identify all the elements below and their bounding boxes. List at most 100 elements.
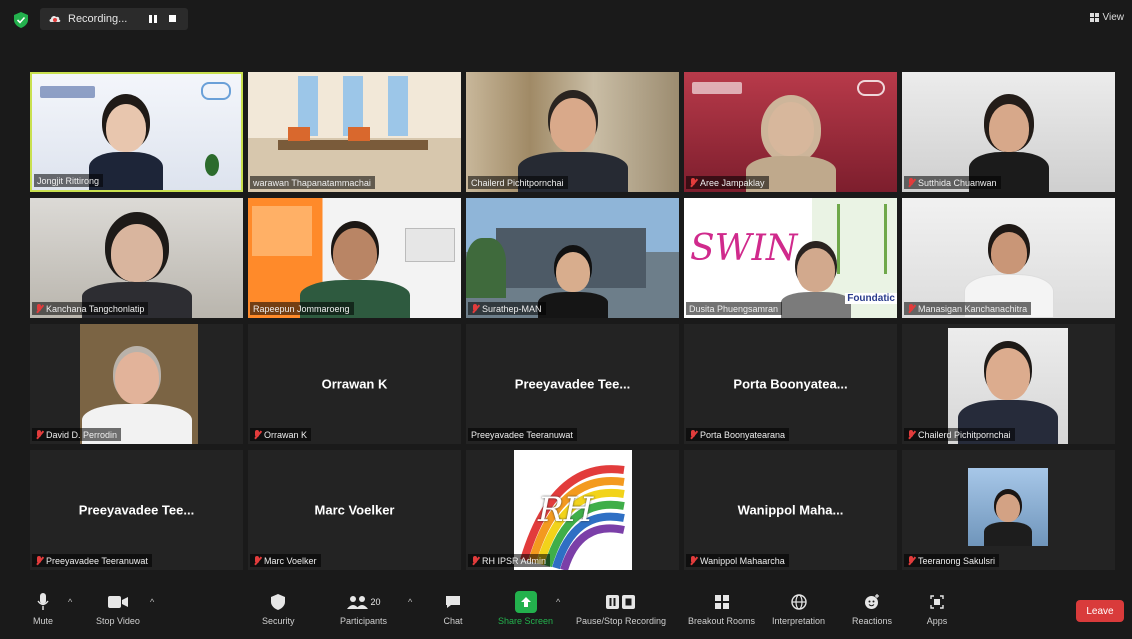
view-button[interactable]: View bbox=[1089, 12, 1125, 23]
participant-video bbox=[30, 324, 243, 444]
mute-label: Mute bbox=[32, 616, 53, 626]
muted-mic-icon bbox=[907, 429, 915, 440]
muted-mic-icon bbox=[907, 555, 915, 566]
participant-video: SWIN Foundatic bbox=[684, 198, 897, 318]
muted-mic-icon bbox=[35, 555, 43, 566]
share-options-caret-icon[interactable]: ^ bbox=[556, 597, 560, 607]
participant-nametag: Sutthida Chuanwan bbox=[904, 176, 1001, 189]
participant-nametag: Marc Voelker bbox=[250, 554, 321, 567]
participants-label: Participants bbox=[340, 616, 388, 626]
interpretation-button[interactable]: Interpretation bbox=[772, 591, 825, 626]
participant-tile[interactable]: warawan Thapanatammachai bbox=[248, 72, 461, 192]
participant-nametag: Aree Jampaklay bbox=[686, 176, 769, 189]
microphone-icon bbox=[32, 591, 54, 613]
apps-label: Apps bbox=[926, 616, 948, 626]
participants-icon: 20 bbox=[344, 591, 384, 613]
meeting-toolbar: Mute ^ Stop Video ^ Security 20 Particip… bbox=[0, 585, 1132, 639]
security-label: Security bbox=[262, 616, 295, 626]
mute-options-caret-icon[interactable]: ^ bbox=[68, 597, 72, 607]
globe-icon bbox=[788, 591, 810, 613]
pause-stop-recording-button[interactable]: Pause/Stop Recording bbox=[576, 591, 666, 626]
participant-display-name: Wanippol Maha... bbox=[737, 502, 844, 518]
participant-tile[interactable]: Kanchana Tangchonlatip bbox=[30, 198, 243, 318]
participants-count: 20 bbox=[370, 597, 381, 607]
portrait-photo bbox=[948, 328, 1068, 444]
share-screen-button[interactable]: Share Screen bbox=[498, 591, 553, 626]
breakout-rooms-icon bbox=[711, 591, 733, 613]
participant-tile[interactable]: David D. Perrodin bbox=[30, 324, 243, 444]
muted-mic-icon bbox=[689, 177, 697, 188]
participant-video: RH bbox=[466, 450, 679, 570]
recording-indicator: Recording... bbox=[40, 8, 188, 30]
muted-mic-icon bbox=[689, 555, 697, 566]
participant-nametag: Wanippol Mahaarcha bbox=[686, 554, 789, 567]
cloud-recording-icon bbox=[49, 15, 61, 22]
muted-mic-icon bbox=[471, 555, 479, 566]
rh-logo-image: RH bbox=[514, 450, 632, 570]
participant-display-name: Marc Voelker bbox=[314, 502, 395, 518]
participant-tile[interactable]: SWIN Foundatic Dusita Phuengsamran bbox=[684, 198, 897, 318]
mute-button[interactable]: Mute bbox=[32, 591, 54, 626]
participants-options-caret-icon[interactable]: ^ bbox=[408, 597, 412, 607]
gallery-view: Jongjit Rittirong warawan Thapanatammach… bbox=[30, 72, 1115, 570]
participant-tile[interactable]: Porta Boonyatea... Porta Boonyatearana bbox=[684, 324, 897, 444]
share-screen-label: Share Screen bbox=[498, 616, 554, 626]
table bbox=[278, 140, 428, 150]
stop-recording-icon[interactable] bbox=[169, 15, 177, 22]
reactions-label: Reactions bbox=[852, 616, 893, 626]
participant-tile[interactable]: RH RH IPSR Admin bbox=[466, 450, 679, 570]
pause-recording-icon[interactable] bbox=[149, 15, 158, 23]
shield-check-icon[interactable] bbox=[14, 12, 28, 28]
breakout-rooms-button[interactable]: Breakout Rooms bbox=[688, 591, 755, 626]
participant-tile[interactable]: Surathep-MAN bbox=[466, 198, 679, 318]
participant-tile[interactable]: Preeyavadee Tee... Preeyavadee Teeranuwa… bbox=[30, 450, 243, 570]
participant-tile[interactable]: Rapeepun Jommaroeng bbox=[248, 198, 461, 318]
participant-video bbox=[902, 72, 1115, 192]
participant-tile[interactable]: Chailerd Pichitpornchai bbox=[902, 324, 1115, 444]
participant-nametag: Orrawan K bbox=[250, 428, 312, 441]
institute-logo bbox=[40, 86, 95, 98]
participant-tile[interactable]: Wanippol Maha... Wanippol Mahaarcha bbox=[684, 450, 897, 570]
muted-mic-icon bbox=[253, 555, 261, 566]
participant-video bbox=[30, 198, 243, 318]
participant-video bbox=[248, 72, 461, 192]
apps-button[interactable]: Apps bbox=[926, 591, 948, 626]
view-label: View bbox=[1102, 12, 1125, 23]
participant-nametag: Porta Boonyatearana bbox=[686, 428, 790, 441]
participant-nametag: warawan Thapanatammachai bbox=[250, 176, 375, 189]
institute-logo bbox=[692, 82, 742, 94]
stop-video-label: Stop Video bbox=[96, 616, 140, 626]
participant-display-name: Orrawan K bbox=[321, 376, 388, 392]
muted-mic-icon bbox=[907, 177, 915, 188]
participant-nametag: Teeranong Sakulsri bbox=[904, 554, 1000, 567]
leave-button[interactable]: Leave bbox=[1076, 600, 1124, 622]
participant-tile[interactable]: Sutthida Chuanwan bbox=[902, 72, 1115, 192]
participant-tile[interactable]: Aree Jampaklay bbox=[684, 72, 897, 192]
stop-video-button[interactable]: Stop Video bbox=[96, 591, 140, 626]
poster bbox=[405, 228, 455, 262]
participant-tile[interactable]: Manasigan Kanchanachitra bbox=[902, 198, 1115, 318]
participant-tile[interactable]: Marc Voelker Marc Voelker bbox=[248, 450, 461, 570]
participant-tile[interactable]: Orrawan K Orrawan K bbox=[248, 324, 461, 444]
reactions-button[interactable]: Reactions bbox=[852, 591, 892, 626]
muted-mic-icon bbox=[253, 429, 261, 440]
participant-video bbox=[902, 198, 1115, 318]
participant-tile[interactable]: Chailerd Pichitpornchai bbox=[466, 72, 679, 192]
anniversary-logo bbox=[201, 82, 231, 100]
chat-button[interactable]: Chat bbox=[442, 591, 464, 626]
participant-tile[interactable]: Teeranong Sakulsri bbox=[902, 450, 1115, 570]
participant-video bbox=[684, 72, 897, 192]
participant-tile[interactable]: Preeyavadee Tee... Preeyavadee Teeranuwa… bbox=[466, 324, 679, 444]
breakout-rooms-label: Breakout Rooms bbox=[688, 616, 756, 626]
share-screen-icon bbox=[514, 591, 537, 613]
tree bbox=[466, 238, 506, 298]
chat-bubble-icon bbox=[442, 591, 464, 613]
participant-nametag: David D. Perrodin bbox=[32, 428, 122, 441]
video-options-caret-icon[interactable]: ^ bbox=[150, 597, 154, 607]
participants-button[interactable]: 20 Participants bbox=[340, 591, 387, 626]
security-button[interactable]: Security bbox=[262, 591, 295, 626]
anniversary-logo bbox=[857, 80, 885, 96]
participant-tile[interactable]: Jongjit Rittirong bbox=[30, 72, 243, 192]
chair bbox=[288, 127, 310, 141]
grid-view-icon bbox=[1089, 13, 1099, 22]
